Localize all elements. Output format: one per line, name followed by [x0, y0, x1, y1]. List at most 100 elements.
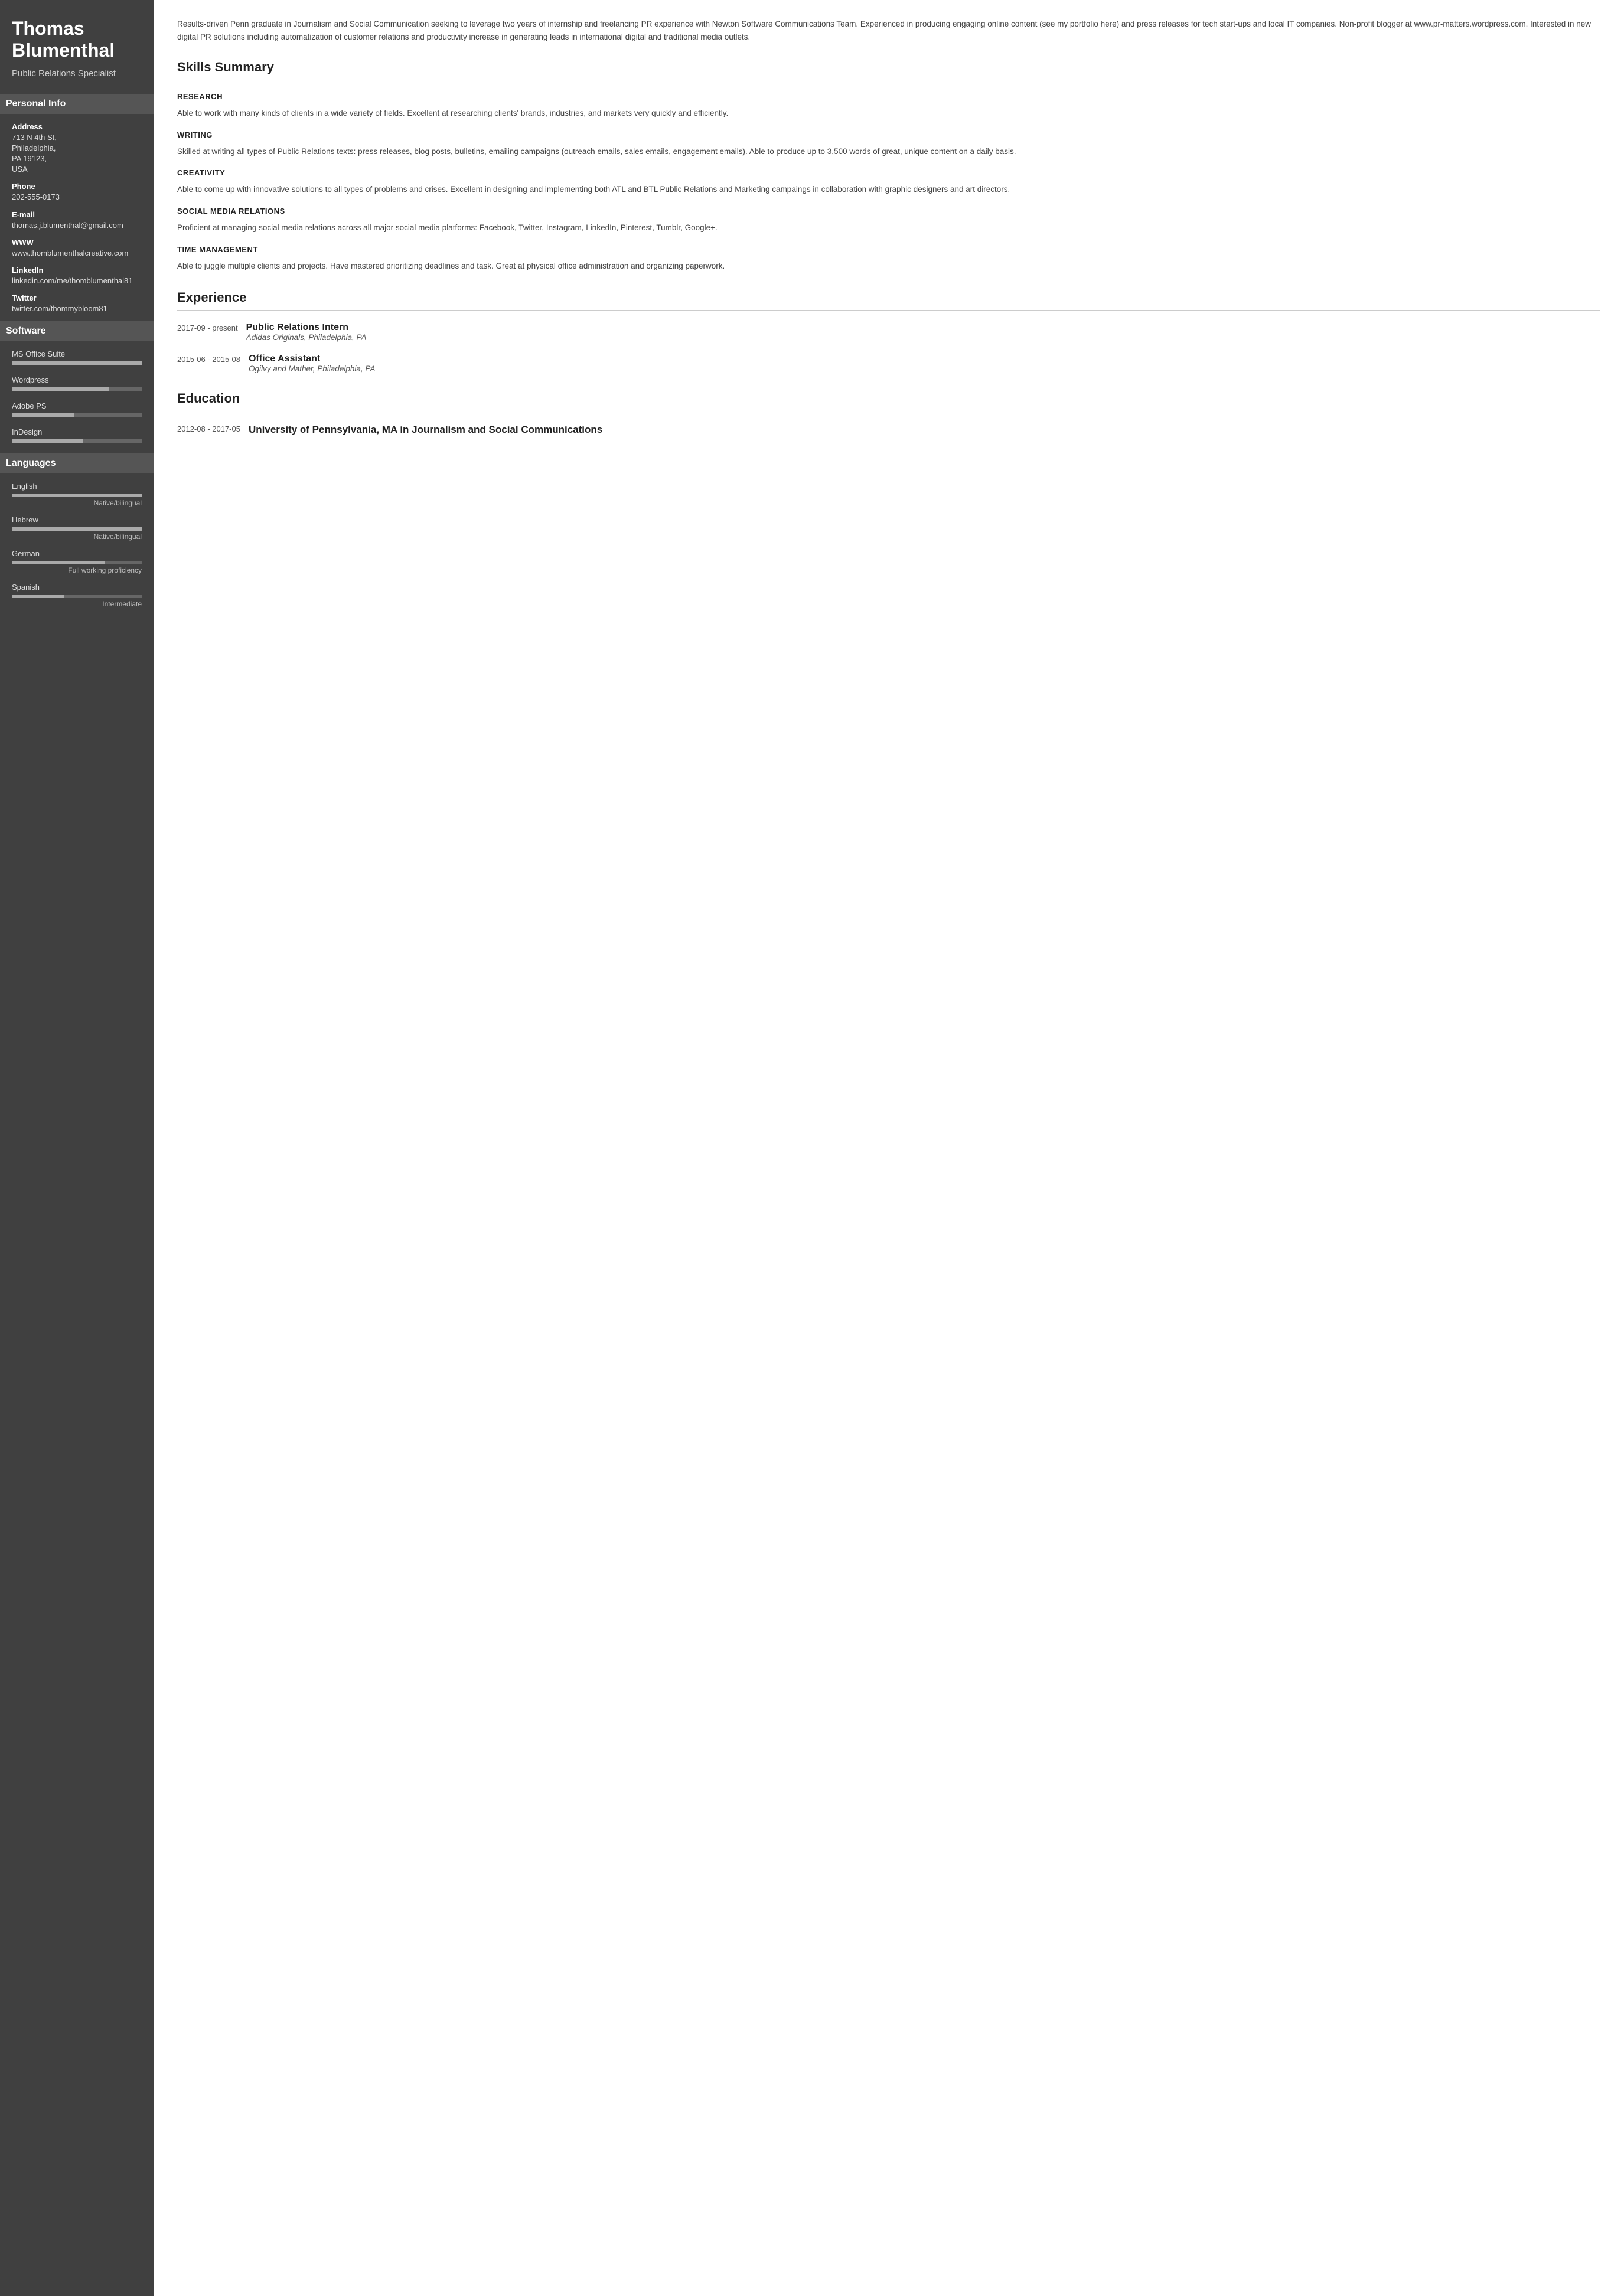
linkedin-value: linkedin.com/me/thomblumenthal81: [12, 276, 142, 286]
linkedin-block: LinkedIn linkedin.com/me/thomblumenthal8…: [12, 266, 142, 286]
experience-item: 2015-06 - 2015-08 Office Assistant Ogilv…: [177, 354, 1600, 373]
experience-list: 2017-09 - present Public Relations Inter…: [177, 322, 1600, 373]
language-name: Hebrew: [12, 515, 142, 524]
skill-heading: WRITING: [177, 130, 1600, 139]
software-item: Wordpress: [12, 375, 142, 391]
language-bar-fill: [12, 527, 142, 531]
software-bar-track: [12, 387, 142, 391]
software-name: Wordpress: [12, 375, 142, 384]
skill-description: Able to juggle multiple clients and proj…: [177, 260, 1600, 273]
language-item: English Native/bilingual: [12, 482, 142, 507]
software-name: MS Office Suite: [12, 350, 142, 358]
edu-degree: University of Pennsylvania, MA in Journa…: [249, 423, 602, 437]
address-block: Address 713 N 4th St,Philadelphia,PA 191…: [12, 122, 142, 175]
exp-dates: 2017-09 - present: [177, 322, 246, 342]
language-bar-track: [12, 527, 142, 531]
language-item: Hebrew Native/bilingual: [12, 515, 142, 541]
language-item: German Full working proficiency: [12, 549, 142, 574]
sidebar: Thomas Blumenthal Public Relations Speci…: [0, 0, 154, 2296]
language-proficiency: Intermediate: [12, 600, 142, 608]
language-item: Spanish Intermediate: [12, 583, 142, 608]
skill-item: RESEARCH Able to work with many kinds of…: [177, 92, 1600, 120]
exp-details: Office Assistant Ogilvy and Mather, Phil…: [249, 354, 375, 373]
education-list: 2012-08 - 2017-05 University of Pennsylv…: [177, 423, 1600, 437]
twitter-label: Twitter: [12, 293, 142, 302]
skill-heading: TIME MANAGEMENT: [177, 245, 1600, 254]
software-item: MS Office Suite: [12, 350, 142, 365]
skill-item: CREATIVITY Able to come up with innovati…: [177, 168, 1600, 196]
language-bar-fill: [12, 561, 105, 564]
skill-description: Skilled at writing all types of Public R…: [177, 145, 1600, 158]
candidate-name: Thomas Blumenthal: [12, 18, 142, 61]
software-name: InDesign: [12, 427, 142, 436]
education-heading: Education: [177, 391, 1600, 411]
address-label: Address: [12, 122, 142, 131]
experience-item: 2017-09 - present Public Relations Inter…: [177, 322, 1600, 342]
skill-item: TIME MANAGEMENT Able to juggle multiple …: [177, 245, 1600, 273]
education-section: Education 2012-08 - 2017-05 University o…: [177, 391, 1600, 437]
language-proficiency: Native/bilingual: [12, 499, 142, 507]
exp-role: Office Assistant: [249, 354, 375, 364]
languages-heading: Languages: [0, 453, 154, 473]
language-proficiency: Full working proficiency: [12, 566, 142, 574]
edu-details: University of Pennsylvania, MA in Journa…: [249, 423, 602, 437]
skill-description: Proficient at managing social media rela…: [177, 221, 1600, 234]
skills-summary-section: Skills Summary RESEARCH Able to work wit…: [177, 60, 1600, 272]
skill-description: Able to come up with innovative solution…: [177, 183, 1600, 196]
skills-list: RESEARCH Able to work with many kinds of…: [177, 92, 1600, 272]
www-value: www.thomblumenthalcreative.com: [12, 248, 142, 259]
www-block: WWW www.thomblumenthalcreative.com: [12, 238, 142, 259]
language-bar-fill: [12, 595, 64, 598]
exp-dates: 2015-06 - 2015-08: [177, 354, 249, 373]
exp-details: Public Relations Intern Adidas Originals…: [246, 322, 367, 342]
language-bar-track: [12, 595, 142, 598]
email-value: thomas.j.blumenthal@gmail.com: [12, 220, 142, 231]
skill-heading: RESEARCH: [177, 92, 1600, 101]
language-name: English: [12, 482, 142, 491]
skill-heading: CREATIVITY: [177, 168, 1600, 177]
software-item: Adobe PS: [12, 401, 142, 417]
language-bar-fill: [12, 494, 142, 497]
main-content: Results-driven Penn graduate in Journali…: [154, 0, 1624, 2296]
exp-company: Adidas Originals, Philadelphia, PA: [246, 333, 367, 342]
intro-paragraph: Results-driven Penn graduate in Journali…: [177, 18, 1600, 43]
software-bar-fill: [12, 361, 142, 365]
skill-description: Able to work with many kinds of clients …: [177, 107, 1600, 120]
phone-value: 202-555-0173: [12, 192, 142, 203]
exp-company: Ogilvy and Mather, Philadelphia, PA: [249, 364, 375, 373]
software-bar-fill: [12, 413, 74, 417]
software-bar-fill: [12, 387, 109, 391]
education-item: 2012-08 - 2017-05 University of Pennsylv…: [177, 423, 1600, 437]
software-heading: Software: [0, 321, 154, 341]
experience-section: Experience 2017-09 - present Public Rela…: [177, 290, 1600, 373]
twitter-block: Twitter twitter.com/thommybloom81: [12, 293, 142, 314]
software-bar-fill: [12, 439, 83, 443]
software-name: Adobe PS: [12, 401, 142, 410]
software-item: InDesign: [12, 427, 142, 443]
email-block: E-mail thomas.j.blumenthal@gmail.com: [12, 210, 142, 231]
skills-summary-heading: Skills Summary: [177, 60, 1600, 80]
twitter-value: twitter.com/thommybloom81: [12, 303, 142, 314]
experience-heading: Experience: [177, 290, 1600, 311]
software-bar-track: [12, 361, 142, 365]
candidate-title: Public Relations Specialist: [12, 67, 142, 80]
language-name: Spanish: [12, 583, 142, 592]
exp-role: Public Relations Intern: [246, 322, 367, 333]
skill-item: SOCIAL MEDIA RELATIONS Proficient at man…: [177, 207, 1600, 234]
language-proficiency: Native/bilingual: [12, 533, 142, 541]
www-label: WWW: [12, 238, 142, 247]
skill-heading: SOCIAL MEDIA RELATIONS: [177, 207, 1600, 215]
linkedin-label: LinkedIn: [12, 266, 142, 275]
language-name: German: [12, 549, 142, 558]
language-bar-track: [12, 494, 142, 497]
software-bar-track: [12, 413, 142, 417]
languages-section: English Native/bilingual Hebrew Native/b…: [12, 482, 142, 608]
address-value: 713 N 4th St,Philadelphia,PA 19123,USA: [12, 132, 142, 175]
personal-info-heading: Personal Info: [0, 94, 154, 114]
email-label: E-mail: [12, 210, 142, 219]
phone-block: Phone 202-555-0173: [12, 182, 142, 203]
software-bar-track: [12, 439, 142, 443]
skill-item: WRITING Skilled at writing all types of …: [177, 130, 1600, 158]
phone-label: Phone: [12, 182, 142, 191]
language-bar-track: [12, 561, 142, 564]
